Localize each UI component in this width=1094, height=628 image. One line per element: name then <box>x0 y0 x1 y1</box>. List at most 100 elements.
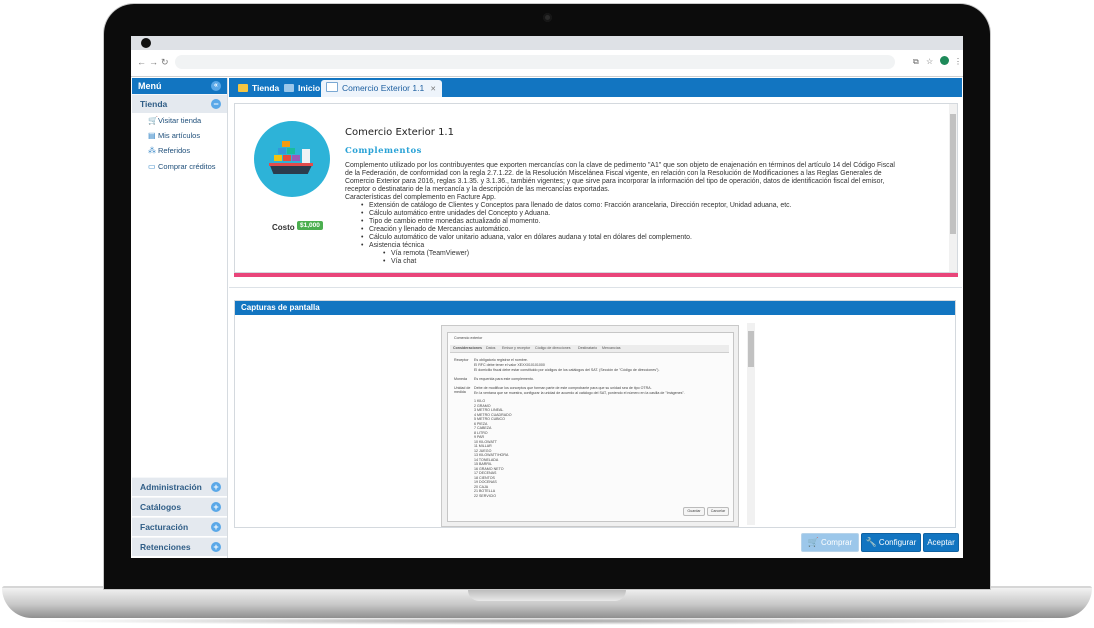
preview-unit-item: 1 KILO <box>474 399 486 403</box>
tab-tienda[interactable]: Tienda <box>233 80 279 97</box>
cart-icon: 🛒 <box>807 537 820 547</box>
configurar-button[interactable]: 🔧 Configurar <box>861 533 921 552</box>
comprar-label: Comprar <box>821 538 853 547</box>
sidebar-item-referidos[interactable]: ⁂ Referidos <box>148 146 190 156</box>
preview-row-label: Unidad de medida <box>454 386 471 394</box>
sidebar-section-catalogos[interactable]: Catálogos + <box>132 497 227 516</box>
feature-item: • Extensión de catálogo de Clientes y Con… <box>361 202 792 209</box>
address-bar[interactable] <box>175 55 895 69</box>
product-scrollbar[interactable] <box>949 104 957 272</box>
preview-window-title: Comercio exterior <box>454 336 483 340</box>
browser-titlebar <box>131 36 963 50</box>
credit-card-icon: ▭ <box>148 162 156 171</box>
laptop-notch <box>468 590 626 601</box>
preview-tab-row: Consideraciones Datos Emisor y receptor … <box>450 345 729 353</box>
preview-unit-item: 8 LITRO <box>474 430 488 435</box>
accent-divider <box>234 273 958 277</box>
back-icon[interactable]: ← <box>137 57 146 67</box>
screenshots-header: Capturas de pantalla <box>235 301 955 315</box>
preview-unit-item: 12 JUEGO <box>474 448 492 453</box>
collapse-sidebar-icon[interactable]: « <box>211 81 221 91</box>
sidebar-item-label: Referidos <box>158 146 191 155</box>
sidebar-item-comprar-creditos[interactable]: ▭ Comprar créditos <box>148 162 216 172</box>
preview-unit-item: 2 GRAMO <box>474 403 491 408</box>
preview-unit-item: 9 PAR <box>474 435 485 439</box>
cost-label: Costo <box>272 223 295 232</box>
preview-unit-item: 15 BARRIL <box>474 462 492 466</box>
forward-icon[interactable]: → <box>149 57 158 67</box>
screenshots-panel: Capturas de pantalla Comercio exterior C… <box>234 300 956 528</box>
sub-feature-item: • Vía remota (TeamViewer) <box>383 250 469 257</box>
preview-row-text: El domicilio fiscal debe estar constitui… <box>474 368 660 372</box>
description-line: Complemento utilizado por los contribuye… <box>345 162 895 169</box>
feature-item: • Asistencia técnica <box>361 242 425 249</box>
description-line: Características del complemento en Factu… <box>345 194 496 201</box>
sidebar-section-label: Retenciones <box>140 542 191 552</box>
preview-unit-item: 14 TONELADA <box>474 457 499 462</box>
tab-inicio[interactable]: Inicio <box>279 80 320 97</box>
tab-label: Comercio Exterior 1.1 <box>342 83 425 93</box>
scrollbar-thumb[interactable] <box>950 114 956 234</box>
expand-icon[interactable]: + <box>211 542 221 552</box>
scrollbar-thumb[interactable] <box>748 331 754 367</box>
section-divider <box>229 287 962 288</box>
collapse-section-icon[interactable]: − <box>211 99 221 109</box>
aceptar-button[interactable]: Aceptar <box>923 533 959 552</box>
sidebar-item-label: Comprar créditos <box>158 162 216 171</box>
preview-row-text: Es obligatorio registrar el nombre. <box>474 358 528 362</box>
expand-icon[interactable]: + <box>211 502 221 512</box>
expand-icon[interactable]: + <box>211 482 221 492</box>
preview-unit-item: 11 MILLAR <box>474 444 492 448</box>
sidebar-section-label: Catálogos <box>140 502 182 512</box>
sidebar-section-label: Administración <box>140 482 202 492</box>
preview-unit-item: 16 GRAMO NETO <box>474 466 504 471</box>
expand-icon[interactable]: + <box>211 522 221 532</box>
window-icon <box>326 82 338 92</box>
preview-unit-item: 20 CAJA <box>474 484 489 489</box>
sidebar-section-facturacion[interactable]: Facturación + <box>132 517 227 536</box>
preview-unit-item: 4 METRO CUADRADO <box>474 412 512 417</box>
cargo-ship-icon <box>254 121 330 197</box>
comprar-button[interactable]: 🛒 Comprar <box>801 533 859 552</box>
preview-row-text: El RFC debe tener el valor XEXX010101000 <box>474 363 545 367</box>
sidebar-section-tienda[interactable]: Tienda − <box>132 94 227 113</box>
browser-menu-icon[interactable]: ⋮ <box>954 57 962 66</box>
preview-tab: Destinatario <box>578 346 598 350</box>
tab-comercio-exterior[interactable]: Comercio Exterior 1.1 ✕ <box>321 80 443 97</box>
profile-avatar[interactable] <box>940 56 949 65</box>
network-icon: ⁂ <box>148 146 156 155</box>
reload-icon[interactable]: ↻ <box>161 57 169 67</box>
sidebar-item-mis-articulos[interactable]: ▤ Mis artículos <box>148 131 200 141</box>
preview-unit-item: 3 METRO LINEAL <box>474 408 504 412</box>
close-tab-icon[interactable]: ✕ <box>430 86 436 93</box>
laptop-shadow <box>30 617 1064 625</box>
store-icon <box>238 84 248 92</box>
preview-row-text: Es requerida para este complemento. <box>474 377 534 381</box>
aceptar-label: Aceptar <box>927 538 955 547</box>
sidebar-section-retenciones[interactable]: Retenciones + <box>132 537 227 556</box>
preview-unit-item: 10 KILOWATT <box>474 439 497 444</box>
tab-bar: Tienda Inicio Comercio Exterior 1.1 ✕ <box>229 78 962 97</box>
sidebar-section-label: Facturación <box>140 522 189 532</box>
home-icon <box>284 84 294 92</box>
configurar-label: Configurar <box>878 538 917 547</box>
cart-icon: 🛒 <box>148 116 158 125</box>
cost-badge: $1,000 <box>297 221 323 230</box>
sub-feature-item: • Vía chat <box>383 258 417 265</box>
feature-item: • Cálculo automático entre unidades del C… <box>361 210 551 217</box>
preview-tab: Código de direcciones <box>535 346 571 350</box>
translate-icon[interactable]: ⧉ <box>913 57 919 66</box>
sidebar-section-administracion[interactable]: Administración + <box>132 477 227 496</box>
preview-tab: Datos <box>486 346 496 350</box>
bookmark-star-icon[interactable]: ☆ <box>926 57 933 66</box>
sidebar-item-visitar-tienda[interactable]: 🛒Visitar tienda <box>148 116 201 126</box>
preview-tab: Mercancías <box>602 346 621 350</box>
preview-row-label: Moneda <box>454 377 467 381</box>
preview-row-label: Receptor <box>454 358 469 362</box>
wrench-icon: 🔧 <box>865 537 877 547</box>
screenshots-scrollbar[interactable] <box>747 323 755 525</box>
screenshot-preview[interactable]: Comercio exterior Consideraciones Datos … <box>441 325 739 527</box>
preview-unit-item: 6 PIEZA <box>474 421 488 426</box>
feature-item: • Tipo de cambio entre monedas actualizad… <box>361 218 541 225</box>
tab-label: Tienda <box>252 83 280 93</box>
